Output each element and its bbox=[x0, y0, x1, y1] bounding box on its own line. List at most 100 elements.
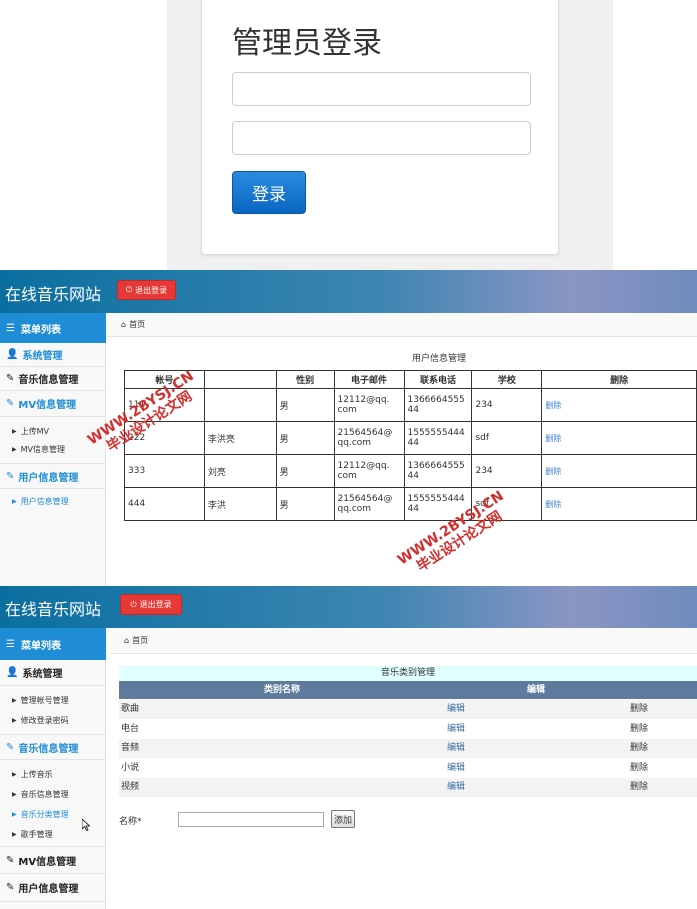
col-name bbox=[203, 370, 277, 389]
menu-list-header: ☰ 菜单列表 bbox=[0, 313, 106, 343]
delete-link[interactable]: 删除 bbox=[545, 467, 561, 476]
col-category-name: 类别名称 bbox=[264, 685, 301, 695]
cell-category-name: 电台 bbox=[121, 723, 140, 734]
table-row: 音频 编辑 删除 bbox=[119, 739, 697, 758]
cell-account: 333 bbox=[124, 454, 205, 488]
delete-link[interactable]: 删除 bbox=[545, 401, 561, 410]
cell-category-name: 视频 bbox=[121, 782, 140, 792]
edit-icon: ✎ bbox=[6, 741, 15, 753]
caret-right-icon: ▶ bbox=[12, 770, 17, 778]
sidebar-group-mv-info[interactable]: ✎ MV信息管理 bbox=[0, 391, 106, 417]
delete-link[interactable]: 删除 bbox=[630, 759, 648, 778]
list-icon: ☰ bbox=[6, 638, 15, 650]
sidebar-group-mv-info[interactable]: ✎ MV信息管理 bbox=[0, 846, 106, 874]
sidebar-item-singer-manage[interactable]: ▶ 歌手管理 bbox=[0, 826, 106, 842]
col-phone: 联系电话 bbox=[403, 370, 473, 389]
breadcrumb: ⌂ 首页 bbox=[110, 628, 697, 654]
menu-list-header: ☰ 菜单列表 bbox=[0, 628, 106, 660]
add-button[interactable]: 添加 bbox=[331, 810, 355, 828]
cell-email: 12112@qq. com bbox=[333, 454, 405, 488]
delete-link[interactable]: 删除 bbox=[630, 778, 648, 797]
logout-label: 退出登录 bbox=[135, 285, 168, 295]
cell-account: 444 bbox=[124, 487, 205, 521]
delete-link[interactable]: 删除 bbox=[630, 700, 648, 719]
edit-icon: ✎ bbox=[6, 470, 15, 482]
sidebar-item-change-password[interactable]: ▶ 修改登录密码 bbox=[0, 712, 106, 728]
caret-right-icon: ▶ bbox=[12, 790, 17, 798]
cell-name: 刘亮 bbox=[203, 454, 277, 488]
cell-phone: 1366664555 44 bbox=[403, 388, 473, 422]
sidebar: ☰ 菜单列表 👤 系统管理 ▶ 管理帐号管理 ▶ 修改登录密码 ✎ 音乐信息管理 ▶ 上传音… bbox=[0, 628, 106, 909]
edit-link[interactable]: 编辑 bbox=[447, 700, 465, 719]
sidebar: ☰ 菜单列表 👤 系统管理 ✎ 音乐信息管理 ✎ MV信息管理 ▶ 上传MV ▶ MV信息管… bbox=[0, 313, 106, 586]
delete-link[interactable]: 删除 bbox=[630, 720, 648, 739]
edit-icon: ✎ bbox=[6, 882, 15, 893]
table-title: 用户信息管理 bbox=[412, 354, 467, 364]
cell-phone: 1555555444 44 bbox=[403, 421, 473, 455]
sidebar-item-user-manage[interactable]: ▶ 用户信息管理 bbox=[0, 493, 106, 509]
power-icon: ⏻ bbox=[130, 599, 137, 609]
cell-name: 李洪 bbox=[203, 487, 277, 521]
col-email: 电子邮件 bbox=[333, 370, 405, 389]
password-input[interactable] bbox=[232, 121, 531, 155]
breadcrumb-home[interactable]: 首页 bbox=[129, 319, 145, 330]
breadcrumb: ⌂ 首页 bbox=[107, 313, 697, 337]
cell-gender: 男 bbox=[275, 454, 335, 488]
col-school: 学校 bbox=[471, 370, 543, 389]
sidebar-item-category-manage[interactable]: ▶ 音乐分类管理 bbox=[0, 806, 106, 822]
delete-link[interactable]: 删除 bbox=[630, 739, 648, 758]
cell-name: 李洪亮 bbox=[203, 421, 277, 455]
logout-button[interactable]: ⏻ 退出登录 bbox=[117, 280, 176, 300]
login-screen: 管理员登录 登录 bbox=[0, 0, 697, 270]
table-row: 电台 编辑 删除 bbox=[119, 720, 697, 739]
sidebar-group-system[interactable]: 👤 系统管理 bbox=[0, 660, 106, 686]
cell-gender: 男 bbox=[275, 388, 335, 422]
logout-label: 退出登录 bbox=[139, 600, 172, 609]
username-input[interactable] bbox=[232, 72, 531, 106]
cell-email: 21564564@ qq.com bbox=[333, 487, 405, 521]
sidebar-group-music-info[interactable]: ✎ 音乐信息管理 bbox=[0, 367, 106, 391]
caret-right-icon: ▶ bbox=[12, 427, 17, 435]
sidebar-group-system[interactable]: 👤 系统管理 bbox=[0, 343, 106, 367]
cell-category-name: 歌曲 bbox=[121, 704, 140, 714]
caret-right-icon: ▶ bbox=[12, 445, 17, 453]
login-button[interactable]: 登录 bbox=[232, 171, 306, 214]
table-row: 小说 编辑 删除 bbox=[119, 759, 697, 778]
header-bar: 在线音乐网站 ⏻ 退出登录 bbox=[0, 586, 697, 628]
col-edit: 编辑 bbox=[527, 685, 546, 695]
user-icon: 👤 bbox=[6, 667, 19, 678]
breadcrumb-home[interactable]: 首页 bbox=[132, 635, 148, 646]
cell-school: 234 bbox=[471, 388, 543, 422]
sidebar-item-account-manage[interactable]: ▶ 管理帐号管理 bbox=[0, 692, 106, 708]
edit-link[interactable]: 编辑 bbox=[447, 778, 465, 797]
cell-delete: 删除 bbox=[541, 388, 697, 422]
logout-button[interactable]: ⏻ 退出登录 bbox=[120, 594, 182, 615]
sidebar-group-user-info[interactable]: ✎ 用户信息管理 bbox=[0, 463, 106, 489]
edit-link[interactable]: 编辑 bbox=[447, 759, 465, 778]
table-caption: 音乐类别管理 bbox=[119, 666, 697, 681]
caret-right-icon: ▶ bbox=[12, 810, 17, 818]
cell-gender: 男 bbox=[275, 421, 335, 455]
sidebar-item-upload-music[interactable]: ▶ 上传音乐 bbox=[0, 766, 106, 782]
user-management-screen: 在线音乐网站 ⏻ 退出登录 ☰ 菜单列表 👤 系统管理 ✎ 音乐信息管理 ✎ MV信息管理… bbox=[0, 270, 697, 586]
sidebar-group-user-info[interactable]: ✎ 用户信息管理 bbox=[0, 874, 106, 902]
cell-category-name: 小说 bbox=[121, 762, 140, 773]
delete-link[interactable]: 删除 bbox=[545, 500, 561, 509]
cell-category-name: 音频 bbox=[121, 743, 140, 753]
delete-link[interactable]: 删除 bbox=[545, 434, 561, 443]
cell-school: 234 bbox=[471, 454, 543, 488]
login-title: 管理员登录 bbox=[232, 26, 382, 61]
table-row: 歌曲 编辑 删除 bbox=[119, 700, 697, 719]
edit-link[interactable]: 编辑 bbox=[447, 739, 465, 758]
table-row: 视频 编辑 删除 bbox=[119, 778, 697, 797]
header-bar: 在线音乐网站 ⏻ 退出登录 bbox=[0, 270, 697, 313]
power-icon: ⏻ bbox=[125, 285, 133, 294]
caret-right-icon: ▶ bbox=[12, 716, 17, 724]
sidebar-group-music-info[interactable]: ✎ 音乐信息管理 bbox=[0, 734, 106, 760]
category-name-input[interactable] bbox=[178, 812, 324, 827]
cell-email: 21564564@ qq.com bbox=[333, 421, 405, 455]
edit-link[interactable]: 编辑 bbox=[447, 720, 465, 739]
caret-right-icon: ▶ bbox=[12, 696, 17, 704]
sidebar-item-music-manage[interactable]: ▶ 音乐信息管理 bbox=[0, 786, 106, 802]
table-header-row: 帐号 性别 电子邮件 联系电话 学校 删除 bbox=[124, 370, 697, 389]
